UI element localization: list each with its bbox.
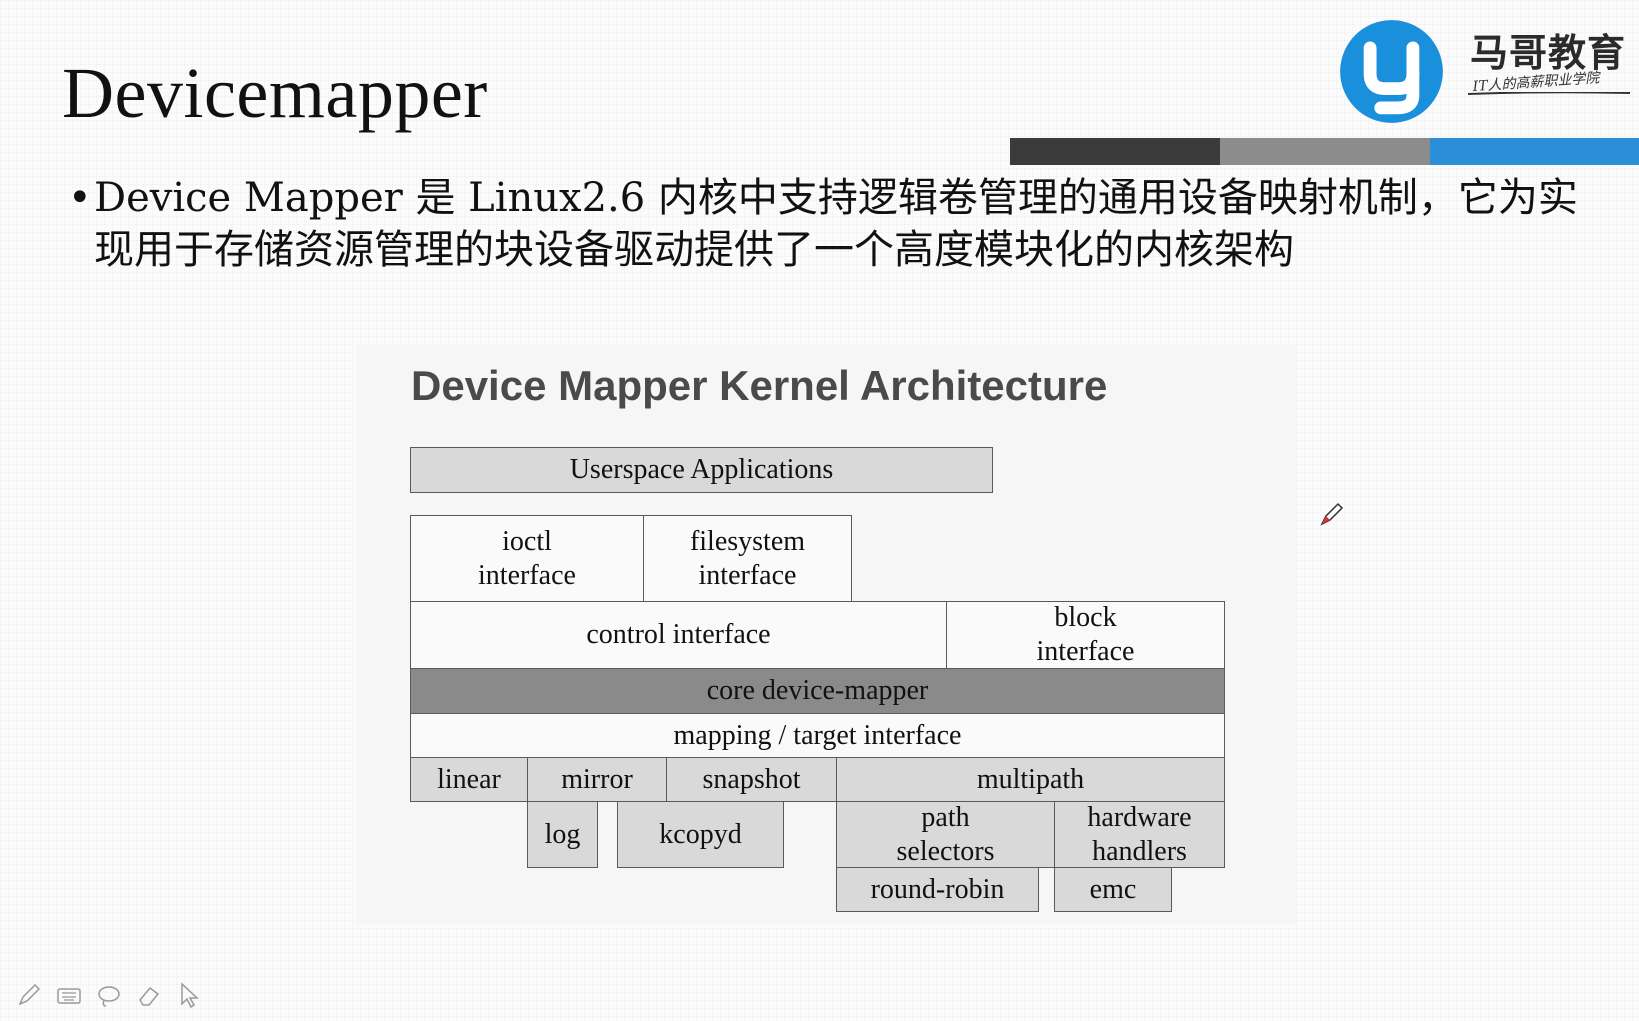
header-band-dark bbox=[1010, 138, 1220, 165]
emc-box: emc bbox=[1054, 867, 1172, 912]
logo-name: 马哥教育 bbox=[1470, 31, 1627, 75]
path-selectors-box: path selectors bbox=[836, 801, 1055, 868]
eraser-icon[interactable] bbox=[134, 980, 164, 1010]
pen-icon[interactable] bbox=[14, 980, 44, 1010]
slide-title: Devicemapper bbox=[62, 53, 488, 133]
logo-underline bbox=[1468, 92, 1630, 95]
snapshot-target-box: snapshot bbox=[666, 757, 837, 802]
kcopyd-box: kcopyd bbox=[617, 801, 784, 868]
core-device-mapper-box: core device-mapper bbox=[410, 668, 1225, 714]
bullet-dot: • bbox=[68, 175, 92, 221]
block-interface-box: block interface bbox=[946, 601, 1225, 669]
header-band-gray bbox=[1220, 138, 1430, 165]
linear-target-box: linear bbox=[410, 757, 528, 802]
bullet-point: • Device Mapper 是 Linux2.6 内核中支持逻辑卷管理的通用… bbox=[68, 172, 1578, 276]
bullet-text: Device Mapper 是 Linux2.6 内核中支持逻辑卷管理的通用设备… bbox=[94, 175, 1578, 273]
keyboard-icon[interactable] bbox=[54, 980, 84, 1010]
ioctl-interface-box: ioctl interface bbox=[410, 515, 644, 602]
mirror-target-box: mirror bbox=[527, 757, 667, 802]
pointer-icon[interactable] bbox=[174, 980, 204, 1010]
multipath-target-box: multipath bbox=[836, 757, 1225, 802]
control-interface-box: control interface bbox=[410, 601, 947, 669]
round-robin-box: round-robin bbox=[836, 867, 1039, 912]
hardware-handlers-box: hardware handlers bbox=[1054, 801, 1225, 868]
diagram-title: Device Mapper Kernel Architecture bbox=[411, 362, 1108, 409]
mage-logo-icon bbox=[1340, 20, 1443, 123]
pen-cursor-icon bbox=[1320, 502, 1344, 526]
header-band-blue bbox=[1430, 138, 1639, 165]
lasso-icon[interactable] bbox=[94, 980, 124, 1010]
filesystem-interface-box: filesystem interface bbox=[643, 515, 852, 602]
mapping-target-interface-box: mapping / target interface bbox=[410, 713, 1225, 758]
log-box: log bbox=[527, 801, 598, 868]
userspace-applications-box: Userspace Applications bbox=[410, 447, 993, 493]
